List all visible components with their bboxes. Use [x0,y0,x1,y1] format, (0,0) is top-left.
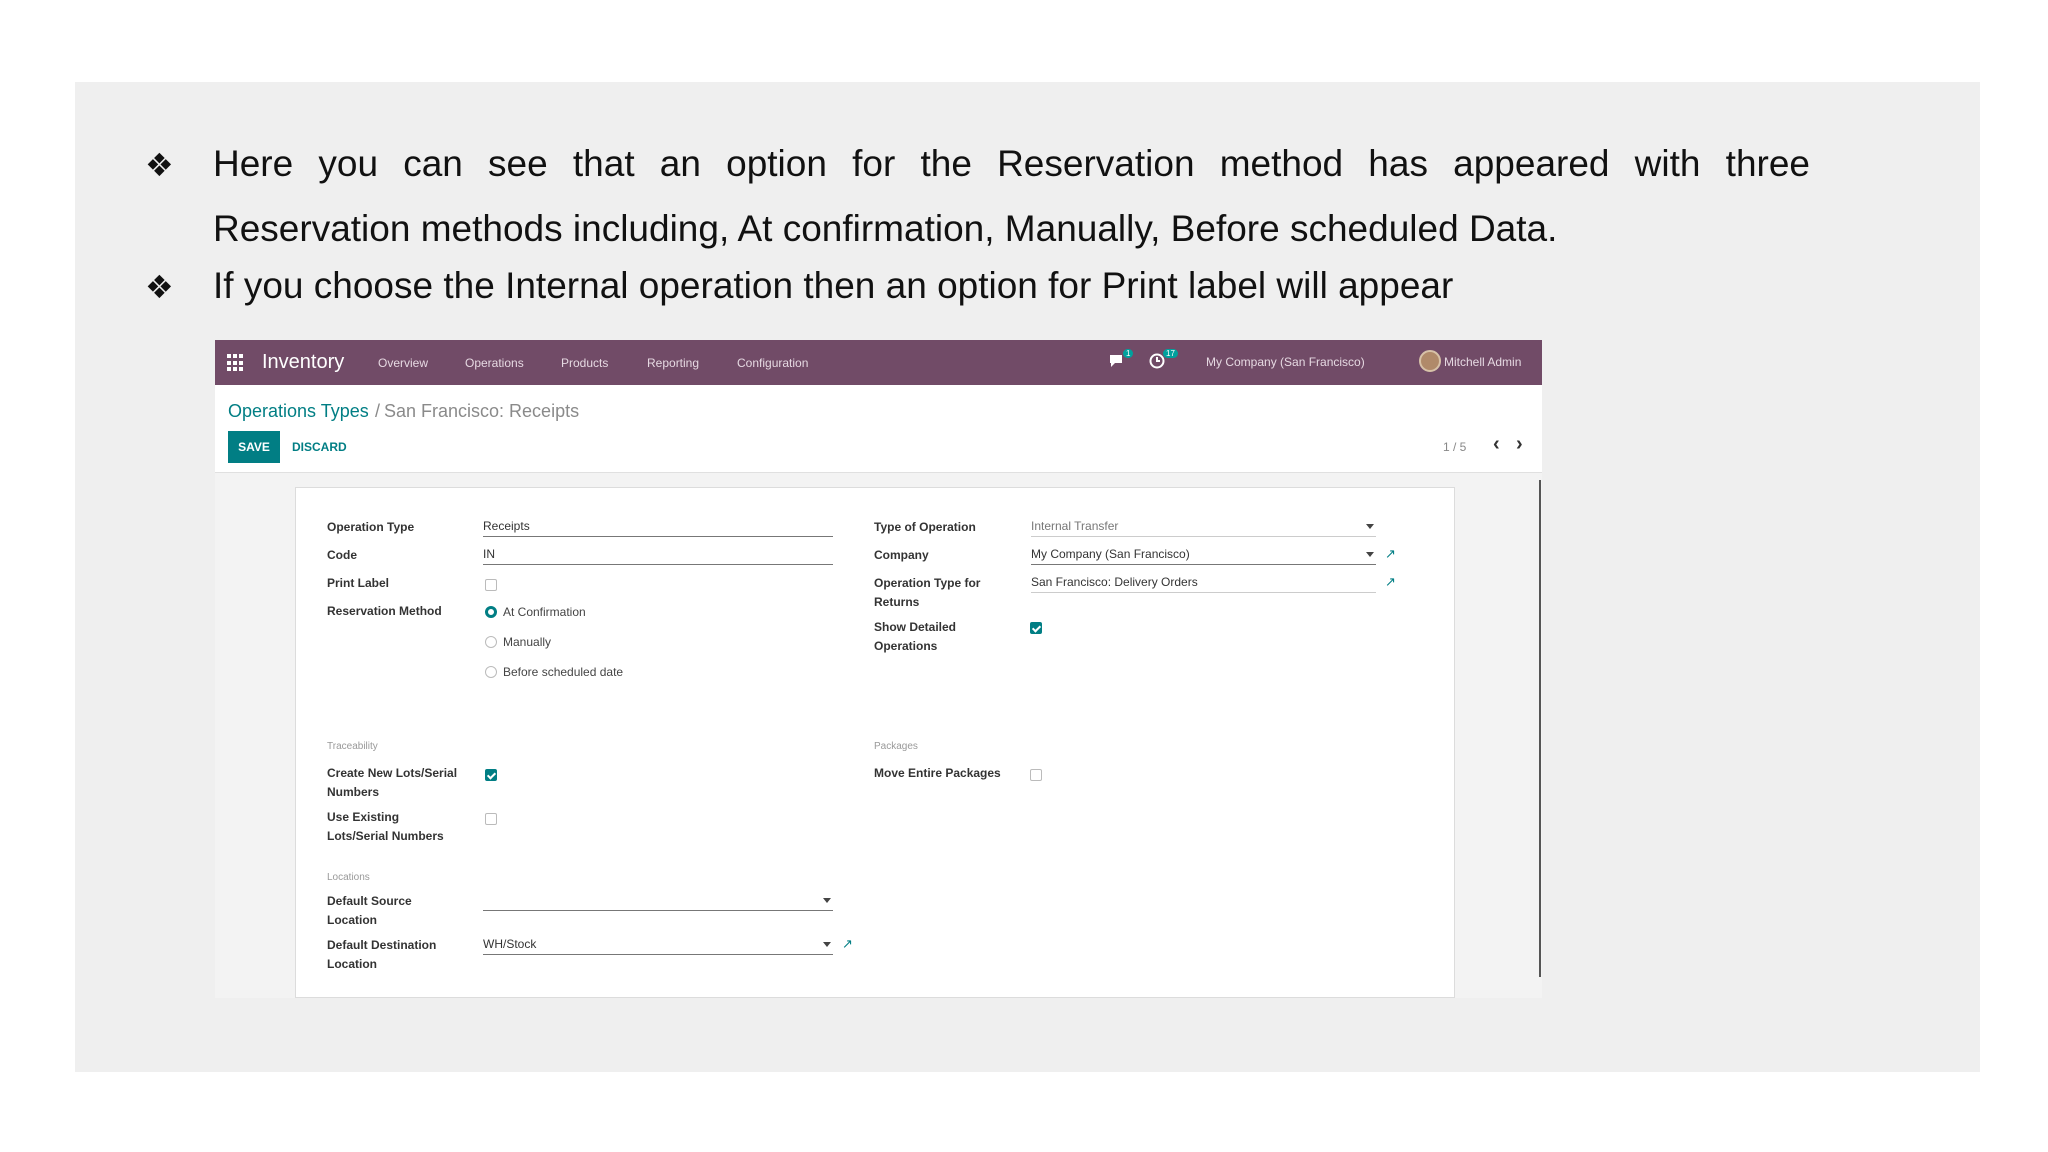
company-switcher[interactable]: My Company (San Francisco) [1206,355,1365,369]
reservation-radio-at-confirmation[interactable] [485,606,497,618]
breadcrumb-current: San Francisco: Receipts [384,401,580,421]
move-entire-checkbox[interactable] [1030,769,1042,781]
return-type-label-2: Returns [874,595,920,609]
menu-reporting[interactable]: Reporting [647,356,699,370]
bullet-glyph-1: ❖ [145,146,174,184]
bullet-1-line-1: Here you can see that an option for the … [213,143,1810,184]
type-of-operation-select[interactable]: Internal Transfer [1031,517,1376,537]
menu-configuration[interactable]: Configuration [737,356,808,370]
default-source-select[interactable] [483,891,833,911]
reservation-radio-before-scheduled[interactable] [485,666,497,678]
return-type-select[interactable]: San Francisco: Delivery Orders [1031,573,1376,593]
menu-overview[interactable]: Overview [378,356,428,370]
user-avatar[interactable] [1419,350,1441,372]
form-sheet: Operation Type Receipts Code IN Print La… [295,487,1455,998]
company-value: My Company (San Francisco) [1031,547,1190,561]
reservation-method-label: Reservation Method [327,604,442,618]
print-label-label: Print Label [327,576,390,590]
apps-grid-icon[interactable] [227,354,245,372]
default-dest-select[interactable]: WH/Stock [483,935,833,955]
reservation-option-label: At Confirmation [503,605,586,619]
use-existing-checkbox[interactable] [485,813,497,825]
reservation-option-label: Before scheduled date [503,665,624,679]
external-link-icon[interactable]: ↗ [1385,574,1396,590]
menu-products[interactable]: Products [561,356,608,370]
section-locations: Locations [327,872,370,883]
type-of-operation-value: Internal Transfer [1031,519,1119,533]
default-dest-label-2: Location [327,957,377,971]
activities-badge: 17 [1163,349,1178,358]
bullet-1-line-2: Reservation methods including, At confir… [213,208,1558,249]
show-detailed-checkbox[interactable] [1030,622,1042,634]
user-menu[interactable]: Mitchell Admin [1444,355,1521,369]
section-packages: Packages [874,741,918,752]
section-traceability: Traceability [327,741,378,752]
menu-operations[interactable]: Operations [465,356,524,370]
bullet-2-line-1: If you choose the Internal operation the… [213,265,1454,306]
pager-value[interactable]: 1 / 5 [1443,440,1466,454]
embedded-screenshot: Inventory Overview Operations Products R… [215,340,1542,998]
chevron-down-icon [1366,552,1374,557]
default-source-label-2: Location [327,913,377,927]
breadcrumb-separator: / [375,401,381,421]
chevron-down-icon [823,898,831,903]
create-lots-label-1: Create New Lots/Serial [327,766,458,780]
default-dest-value: WH/Stock [483,937,537,951]
create-lots-label-2: Numbers [327,785,380,799]
reservation-option-label: Manually [503,635,552,649]
use-existing-label-1: Use Existing [327,810,400,824]
code-input[interactable]: IN [483,545,833,565]
show-detailed-label-2: Operations [874,639,938,653]
return-type-value: San Francisco: Delivery Orders [1031,575,1198,589]
default-source-label-1: Default Source [327,894,412,908]
create-lots-checkbox[interactable] [485,769,497,781]
save-button[interactable]: SAVE [228,431,280,463]
bullet-glyph-2: ❖ [145,268,174,306]
scrollbar[interactable] [1539,480,1541,977]
app-name[interactable]: Inventory [262,351,344,374]
chevron-left-icon[interactable]: ‹ [1493,433,1500,456]
external-link-icon[interactable]: ↗ [842,936,853,952]
chevron-right-icon[interactable]: › [1516,433,1523,456]
code-label: Code [327,548,357,562]
operation-type-input[interactable]: Receipts [483,517,833,537]
show-detailed-label-1: Show Detailed [874,620,957,634]
messages-badge: 1 [1123,349,1134,358]
discard-button[interactable]: DISCARD [292,440,347,454]
type-of-operation-label: Type of Operation [874,520,976,534]
breadcrumb-parent[interactable]: Operations Types [228,401,369,422]
company-select[interactable]: My Company (San Francisco) [1031,545,1376,565]
use-existing-label-2: Lots/Serial Numbers [327,829,444,843]
reservation-radio-manually[interactable] [485,636,497,648]
chevron-down-icon [823,942,831,947]
print-label-checkbox[interactable] [485,579,497,591]
company-label: Company [874,548,929,562]
control-panel: Operations Types / San Francisco: Receip… [215,385,1542,473]
move-entire-label: Move Entire Packages [874,766,1001,780]
return-type-label-1: Operation Type for [874,576,981,590]
operation-type-label: Operation Type [327,520,415,534]
top-navbar: Inventory Overview Operations Products R… [215,340,1542,385]
chevron-down-icon [1366,524,1374,529]
default-dest-label-1: Default Destination [327,938,437,952]
external-link-icon[interactable]: ↗ [1385,546,1396,562]
